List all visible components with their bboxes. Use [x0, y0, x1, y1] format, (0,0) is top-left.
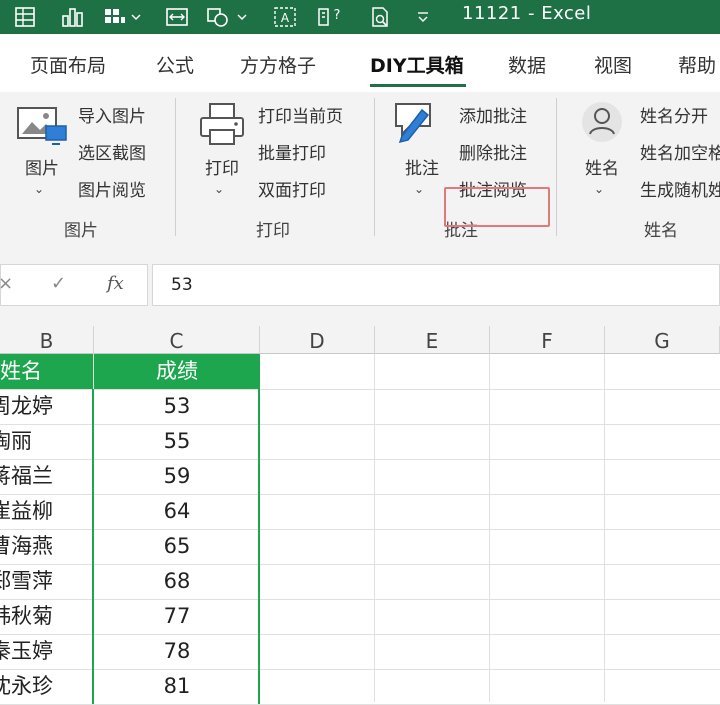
- print-current-page-button[interactable]: 打印当前页: [258, 102, 343, 127]
- cell-name[interactable]: 陶丽: [0, 424, 93, 459]
- confirm-icon[interactable]: ✓: [51, 273, 66, 294]
- import-picture-button[interactable]: 导入图片: [78, 102, 146, 127]
- textbox-icon[interactable]: A: [270, 5, 300, 29]
- chevron-down-icon[interactable]: ⌄: [34, 182, 44, 196]
- cell-score[interactable]: 78: [94, 634, 260, 669]
- screen-fit-icon[interactable]: [162, 5, 192, 29]
- cell-name[interactable]: 韩秋菊: [0, 599, 93, 634]
- window-title: 11121 - Excel: [462, 3, 592, 24]
- svg-text:?: ?: [334, 8, 341, 23]
- column-header-b[interactable]: B: [0, 326, 94, 354]
- cell-score[interactable]: 59: [94, 459, 260, 494]
- tab-help[interactable]: 帮助: [678, 51, 716, 78]
- customize-icon[interactable]: [410, 5, 436, 29]
- batch-print-button[interactable]: 批量打印: [258, 139, 326, 164]
- table-icon[interactable]: [10, 5, 40, 29]
- active-tab-indicator: [370, 84, 466, 87]
- column-header-c[interactable]: C: [94, 326, 260, 354]
- grid-column-line: [604, 354, 605, 702]
- cell-name[interactable]: 郑雪萍: [0, 564, 93, 599]
- svg-text:A: A: [281, 11, 290, 25]
- cell-score[interactable]: 55: [94, 424, 260, 459]
- help-doc-icon[interactable]: ?: [315, 5, 347, 29]
- cell-score[interactable]: 65: [94, 529, 260, 564]
- cell-name[interactable]: 沈永珍: [0, 669, 93, 704]
- tab-page-layout[interactable]: 页面布局: [30, 51, 106, 78]
- table-header-name[interactable]: 姓名: [0, 354, 93, 389]
- person-icon: [578, 100, 626, 150]
- title-bar: A ? 11121 - Excel: [0, 0, 720, 34]
- column-header-e[interactable]: E: [375, 326, 490, 354]
- cell-name[interactable]: 崔益柳: [0, 494, 93, 529]
- duplex-print-button[interactable]: 双面打印: [258, 176, 326, 201]
- comment-icon: [392, 98, 440, 148]
- table-border: [258, 354, 260, 704]
- grid-column-line: [489, 354, 490, 702]
- formula-input[interactable]: 53: [152, 264, 720, 306]
- shapes-icon[interactable]: [205, 5, 255, 29]
- chevron-down-icon[interactable]: ⌄: [594, 182, 604, 196]
- picture-menu-button[interactable]: 图片: [25, 154, 59, 179]
- region-screenshot-button[interactable]: 选区截图: [78, 139, 146, 164]
- tab-diy-toolbox[interactable]: DIY工具箱: [370, 51, 464, 78]
- cell-name[interactable]: 秦玉婷: [0, 634, 93, 669]
- comment-menu-button[interactable]: 批注: [405, 154, 439, 179]
- picture-browse-button[interactable]: 图片阅览: [78, 176, 146, 201]
- group-label-print: 打印: [256, 221, 290, 241]
- cell-score[interactable]: 64: [94, 494, 260, 529]
- column-header-g[interactable]: G: [605, 326, 720, 354]
- cell-score[interactable]: 53: [94, 389, 260, 424]
- random-name-button[interactable]: 生成随机姓: [640, 176, 720, 201]
- ribbon-tabs: 页面布局 公式 方方格子 DIY工具箱 数据 视图 帮助: [0, 34, 720, 92]
- cell-score[interactable]: 77: [94, 599, 260, 634]
- print-menu-button[interactable]: 打印: [205, 154, 239, 179]
- chevron-down-icon[interactable]: ⌄: [214, 182, 224, 196]
- picture-icon: [16, 104, 68, 152]
- worksheet-grid[interactable]: B C D E F G 姓名 成绩 周龙婷 53 陶丽 55 蒋福兰 59 崔益柳 64 曹海燕…: [0, 326, 720, 705]
- insert-function-icon[interactable]: fx: [107, 273, 124, 294]
- table-border: [92, 389, 94, 704]
- group-divider: [175, 98, 176, 236]
- grid-dropdown-icon[interactable]: [100, 5, 148, 29]
- formula-controls: × ✓ fx: [0, 264, 148, 306]
- group-label-picture: 图片: [64, 221, 98, 241]
- chart-icon[interactable]: [58, 5, 88, 29]
- table-header-score[interactable]: 成绩: [94, 354, 260, 389]
- group-label-name: 姓名: [644, 221, 678, 241]
- add-comment-button[interactable]: 添加批注: [459, 102, 527, 127]
- tab-formulas[interactable]: 公式: [156, 51, 194, 78]
- ribbon: 图片 ⌄ 导入图片 选区截图 图片阅览 图片 打印 ⌄ 打印当前页 批量打印 双…: [0, 92, 720, 243]
- cell-name[interactable]: 曹海燕: [0, 529, 93, 564]
- chevron-down-icon[interactable]: ⌄: [414, 182, 424, 196]
- add-comment-highlight: [444, 187, 550, 227]
- tab-fangfang[interactable]: 方方格子: [240, 51, 316, 78]
- split-name-button[interactable]: 姓名分开: [640, 102, 708, 127]
- printer-icon: [198, 102, 246, 152]
- print-preview-icon[interactable]: [365, 5, 395, 29]
- formula-bar: × ✓ fx 53: [0, 242, 720, 326]
- tab-view[interactable]: 视图: [594, 51, 632, 78]
- tab-data[interactable]: 数据: [508, 51, 546, 78]
- group-divider: [374, 98, 375, 236]
- name-add-space-button[interactable]: 姓名加空格: [640, 139, 720, 164]
- column-header-d[interactable]: D: [260, 326, 375, 354]
- column-header-f[interactable]: F: [490, 326, 605, 354]
- cell-score[interactable]: 68: [94, 564, 260, 599]
- cancel-icon[interactable]: ×: [0, 273, 13, 294]
- delete-comment-button[interactable]: 删除批注: [459, 139, 527, 164]
- cell-name[interactable]: 周龙婷: [0, 389, 93, 424]
- grid-column-line: [374, 354, 375, 702]
- group-divider: [556, 98, 557, 236]
- name-menu-button[interactable]: 姓名: [585, 154, 619, 179]
- cell-score[interactable]: 81: [94, 669, 260, 704]
- cell-name[interactable]: 蒋福兰: [0, 459, 93, 494]
